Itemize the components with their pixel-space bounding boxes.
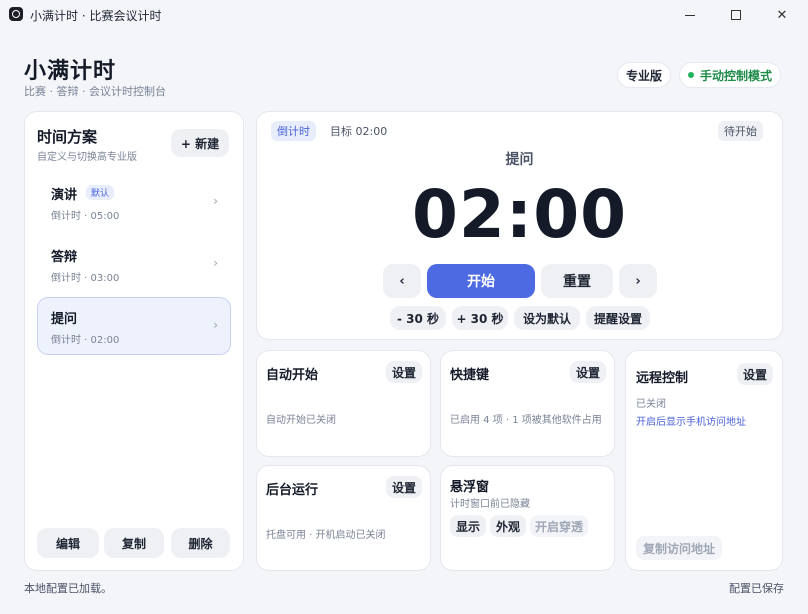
copy-url-button[interactable]: 复制访问地址 <box>636 536 722 560</box>
start-button[interactable]: 开始 <box>427 264 535 298</box>
mode-badge-label: 手动控制模式 <box>700 68 773 83</box>
float-title: 悬浮窗 <box>450 480 490 495</box>
timer-mode-tag: 倒计时 <box>271 121 316 141</box>
auto-start-status: 自动开始已关闭 <box>266 415 336 426</box>
plan-item-defense[interactable]: 答辩 倒计时 · 03:00 › <box>38 236 230 292</box>
plan-name: 答辩 <box>51 250 78 265</box>
maximize-icon <box>731 10 741 20</box>
chevron-right-icon: › <box>213 256 218 270</box>
minimize-button[interactable] <box>675 4 705 26</box>
chevron-right-icon: › <box>635 273 641 289</box>
chevron-right-icon: › <box>213 194 218 208</box>
chevron-right-icon: › <box>213 318 218 332</box>
float-appearance-button[interactable]: 外观 <box>490 515 526 537</box>
remote-settings-button[interactable]: 设置 <box>737 363 773 385</box>
remote-url-hint[interactable]: 开启后显示手机访问地址 <box>636 413 746 428</box>
title-bar: 小满计时 · 比赛会议计时 ✕ <box>0 0 808 30</box>
current-plan-name: 提问 <box>505 152 534 168</box>
hotkey-status: 已启用 4 项 · 1 项被其他软件占用 <box>450 415 602 426</box>
status-dot-icon <box>688 72 694 78</box>
app-icon <box>9 7 23 21</box>
chevron-left-icon: ‹ <box>399 273 405 289</box>
auto-start-card: 自动开始 设置 自动开始已关闭 <box>257 351 430 456</box>
previous-plan-button[interactable]: ‹ <box>383 264 421 298</box>
default-badge: 默认 <box>86 185 115 200</box>
edit-plan-button[interactable]: 编辑 <box>37 528 99 558</box>
remote-control-card: 远程控制 设置 已关闭 开启后显示手机访问地址 复制访问地址 <box>626 351 782 570</box>
reminder-settings-button[interactable]: 提醒设置 <box>586 306 650 330</box>
plan-name: 提问 <box>51 312 78 327</box>
float-status: 计时窗口前已隐藏 <box>450 499 530 510</box>
minus-30s-button[interactable]: - 30 秒 <box>390 306 446 330</box>
plan-item-speech[interactable]: 演讲 默认 倒计时 · 05:00 › <box>38 174 230 230</box>
pro-badge: 专业版 <box>618 63 671 87</box>
hotkey-settings-button[interactable]: 设置 <box>570 361 606 383</box>
timer-panel: 倒计时 目标 02:00 待开始 提问 02:00 ‹ 开始 重置 › - 30… <box>257 112 782 339</box>
plans-panel: 时间方案 自定义与切换高专业版 + 新建 演讲 默认 倒计时 · 05:00 ›… <box>25 112 243 570</box>
plans-subtitle: 自定义与切换高专业版 <box>37 152 137 163</box>
background-title: 后台运行 <box>266 483 319 498</box>
reset-button[interactable]: 重置 <box>541 264 613 298</box>
app-title: 小满计时 <box>24 59 117 84</box>
float-show-button[interactable]: 显示 <box>450 515 486 537</box>
plan-meta: 倒计时 · 05:00 <box>51 211 120 222</box>
status-bar-right: 配置已保存 <box>729 582 784 595</box>
maximize-button[interactable] <box>721 4 751 26</box>
delete-plan-button[interactable]: 删除 <box>171 528 230 558</box>
hotkey-title: 快捷键 <box>450 368 490 383</box>
remote-title: 远程控制 <box>636 371 689 386</box>
float-passthrough-button[interactable]: 开启穿透 <box>530 515 588 537</box>
plan-name: 演讲 <box>51 188 78 203</box>
window-title: 小满计时 · 比赛会议计时 <box>30 9 162 23</box>
plans-title: 时间方案 <box>37 128 98 146</box>
auto-start-settings-button[interactable]: 设置 <box>386 361 422 383</box>
set-default-button[interactable]: 设为默认 <box>514 306 580 330</box>
plan-meta: 倒计时 · 03:00 <box>51 273 120 284</box>
background-run-card: 后台运行 设置 托盘可用 · 开机启动已关闭 <box>257 466 430 570</box>
new-plan-button[interactable]: + 新建 <box>171 129 229 157</box>
plan-meta: 倒计时 · 02:00 <box>51 335 120 346</box>
close-button[interactable]: ✕ <box>767 4 797 26</box>
background-status: 托盘可用 · 开机启动已关闭 <box>266 530 386 541</box>
close-icon: ✕ <box>776 7 788 23</box>
status-bar-left: 本地配置已加载。 <box>24 582 112 595</box>
floating-window-card: 悬浮窗 计时窗口前已隐藏 显示 外观 开启穿透 <box>441 466 614 570</box>
copy-plan-button[interactable]: 复制 <box>104 528 164 558</box>
plan-item-question[interactable]: 提问 倒计时 · 02:00 › <box>38 298 230 354</box>
timer-target: 目标 02:00 <box>330 125 388 138</box>
app-subtitle: 比赛 · 答辩 · 会议计时控制台 <box>24 85 166 98</box>
background-settings-button[interactable]: 设置 <box>386 476 422 498</box>
remote-status: 已关闭 <box>636 399 666 410</box>
hotkey-card: 快捷键 设置 已启用 4 项 · 1 项被其他软件占用 <box>441 351 614 456</box>
timer-state-badge: 待开始 <box>718 121 763 141</box>
next-plan-button[interactable]: › <box>619 264 657 298</box>
plus-30s-button[interactable]: + 30 秒 <box>452 306 508 330</box>
auto-start-title: 自动开始 <box>266 368 319 383</box>
mode-badge: 手动控制模式 <box>680 63 781 87</box>
minimize-icon <box>685 14 695 16</box>
timer-display: 02:00 <box>411 176 628 253</box>
